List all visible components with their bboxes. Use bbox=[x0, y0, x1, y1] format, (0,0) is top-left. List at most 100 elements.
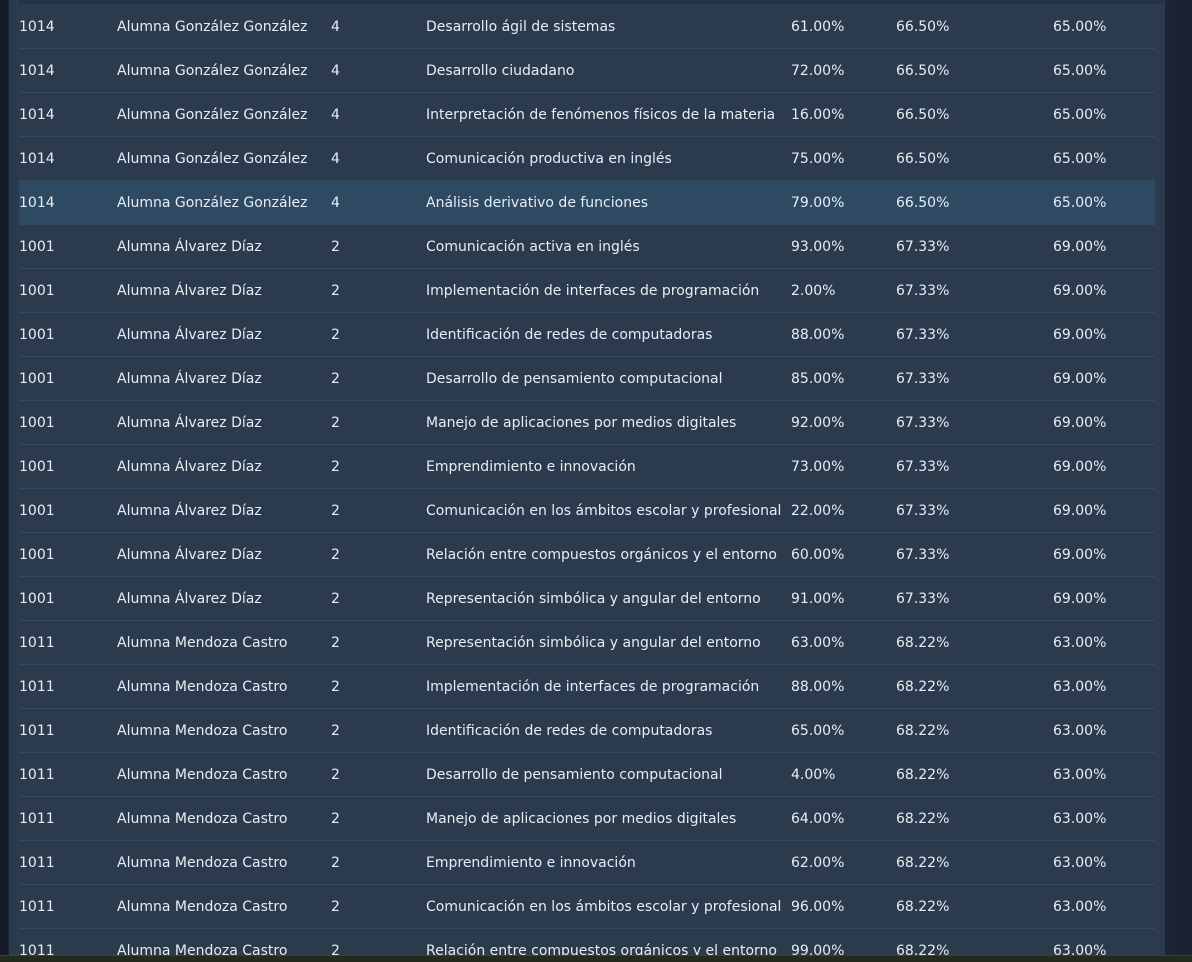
table-row[interactable]: 1011 Alumna Mendoza Castro 2 Desarrollo de … bbox=[19, 752, 1155, 797]
student-average-cell: 68.22% bbox=[896, 620, 1053, 665]
table-row[interactable]: 1011 Alumna Mendoza Castro 2 Implementación… bbox=[19, 664, 1155, 709]
group-average-cell: 69.00% bbox=[1053, 488, 1155, 533]
semester-cell: 2 bbox=[331, 312, 426, 357]
group-average-cell: 63.00% bbox=[1053, 664, 1155, 709]
score-cell: 2.00% bbox=[791, 268, 896, 313]
table-row[interactable]: 1014 Alumna González González 4 Desarrollo … bbox=[19, 5, 1155, 49]
table-row[interactable]: 1001 Alumna Álvarez Díaz 2 Manejo de aplica… bbox=[19, 400, 1155, 445]
student-name-cell: Alumna González González bbox=[117, 48, 331, 93]
student-average-cell: 67.33% bbox=[896, 488, 1053, 533]
table-row[interactable]: 1011 Alumna Mendoza Castro 2 Identificación… bbox=[19, 708, 1155, 753]
semester-cell: 4 bbox=[331, 136, 426, 181]
student-id-cell: 1001 bbox=[19, 488, 117, 533]
score-cell: 93.00% bbox=[791, 224, 896, 269]
subject-cell: Interpretación de fenómenos físicos de l… bbox=[426, 92, 791, 137]
student-id-cell: 1014 bbox=[19, 136, 117, 181]
table-row[interactable]: 1011 Alumna Mendoza Castro 2 Manejo de apli… bbox=[19, 796, 1155, 841]
semester-cell: 2 bbox=[331, 268, 426, 313]
table-row[interactable]: 1001 Alumna Álvarez Díaz 2 Identificación d… bbox=[19, 312, 1155, 357]
student-name-cell: Alumna González González bbox=[117, 136, 331, 181]
score-cell: 75.00% bbox=[791, 136, 896, 181]
student-name-cell: Alumna Álvarez Díaz bbox=[117, 488, 331, 533]
table-row[interactable]: 1014 Alumna González González 4 Interpretac… bbox=[19, 92, 1155, 137]
student-id-cell: 1011 bbox=[19, 884, 117, 929]
semester-cell: 2 bbox=[331, 664, 426, 709]
group-average-cell: 65.00% bbox=[1053, 136, 1155, 181]
group-average-cell: 65.00% bbox=[1053, 92, 1155, 137]
semester-cell: 2 bbox=[331, 840, 426, 885]
group-average-cell: 63.00% bbox=[1053, 884, 1155, 929]
subject-cell: Desarrollo de pensamiento computacional bbox=[426, 752, 791, 797]
student-id-cell: 1001 bbox=[19, 576, 117, 621]
grades-table: 1014 Alumna González González 4 Desarrollo … bbox=[19, 5, 1155, 955]
score-cell: 88.00% bbox=[791, 312, 896, 357]
student-name-cell: Alumna Mendoza Castro bbox=[117, 796, 331, 841]
table-row[interactable]: 1001 Alumna Álvarez Díaz 2 Comunicación act… bbox=[19, 224, 1155, 269]
subject-cell: Implementación de interfaces de programa… bbox=[426, 268, 791, 313]
subject-cell: Comunicación en los ámbitos escolar y pr… bbox=[426, 884, 791, 929]
student-average-cell: 66.50% bbox=[896, 136, 1053, 181]
student-name-cell: Alumna Mendoza Castro bbox=[117, 664, 331, 709]
student-id-cell: 1001 bbox=[19, 444, 117, 489]
subject-cell: Relación entre compuestos orgánicos y el… bbox=[426, 928, 791, 955]
score-cell: 79.00% bbox=[791, 180, 896, 225]
results-panel: 1014 Alumna González González 4 Desarrollo … bbox=[9, 0, 1165, 955]
subject-cell: Comunicación en los ámbitos escolar y pr… bbox=[426, 488, 791, 533]
semester-cell: 2 bbox=[331, 752, 426, 797]
student-id-cell: 1011 bbox=[19, 708, 117, 753]
subject-cell: Desarrollo ágil de sistemas bbox=[426, 5, 791, 49]
table-row[interactable]: 1011 Alumna Mendoza Castro 2 Comunicación e… bbox=[19, 884, 1155, 929]
student-average-cell: 67.33% bbox=[896, 356, 1053, 401]
subject-cell: Desarrollo de pensamiento computacional bbox=[426, 356, 791, 401]
table-row[interactable]: 1014 Alumna González González 4 Desarrollo … bbox=[19, 48, 1155, 93]
table-row[interactable]: 1001 Alumna Álvarez Díaz 2 Relación entre c… bbox=[19, 532, 1155, 577]
student-id-cell: 1011 bbox=[19, 840, 117, 885]
semester-cell: 2 bbox=[331, 796, 426, 841]
table-row[interactable]: 1001 Alumna Álvarez Díaz 2 Implementación d… bbox=[19, 268, 1155, 313]
group-average-cell: 69.00% bbox=[1053, 268, 1155, 313]
table-row[interactable]: 1011 Alumna Mendoza Castro 2 Emprendimiento… bbox=[19, 840, 1155, 885]
student-id-cell: 1001 bbox=[19, 224, 117, 269]
semester-cell: 2 bbox=[331, 708, 426, 753]
subject-cell: Manejo de aplicaciones por medios digita… bbox=[426, 400, 791, 445]
subject-cell: Identificación de redes de computadoras bbox=[426, 312, 791, 357]
group-average-cell: 69.00% bbox=[1053, 356, 1155, 401]
student-average-cell: 68.22% bbox=[896, 752, 1053, 797]
grades-table-body: 1014 Alumna González González 4 Desarrollo … bbox=[19, 5, 1155, 955]
student-average-cell: 67.33% bbox=[896, 444, 1053, 489]
group-average-cell: 69.00% bbox=[1053, 532, 1155, 577]
group-average-cell: 63.00% bbox=[1053, 752, 1155, 797]
table-row[interactable]: 1014 Alumna González González 4 Análisis de… bbox=[19, 180, 1155, 225]
semester-cell: 4 bbox=[331, 5, 426, 49]
subject-cell: Relación entre compuestos orgánicos y el… bbox=[426, 532, 791, 577]
student-name-cell: Alumna Álvarez Díaz bbox=[117, 356, 331, 401]
table-row[interactable]: 1001 Alumna Álvarez Díaz 2 Comunicación en … bbox=[19, 488, 1155, 533]
table-row[interactable]: 1001 Alumna Álvarez Díaz 2 Emprendimiento e… bbox=[19, 444, 1155, 489]
semester-cell: 4 bbox=[331, 92, 426, 137]
table-row[interactable]: 1001 Alumna Álvarez Díaz 2 Representación s… bbox=[19, 576, 1155, 621]
subject-cell: Comunicación activa en inglés bbox=[426, 224, 791, 269]
score-cell: 88.00% bbox=[791, 664, 896, 709]
student-name-cell: Alumna Mendoza Castro bbox=[117, 620, 331, 665]
table-row[interactable]: 1011 Alumna Mendoza Castro 2 Relación entre… bbox=[19, 928, 1155, 955]
table-row[interactable]: 1011 Alumna Mendoza Castro 2 Representación… bbox=[19, 620, 1155, 665]
semester-cell: 2 bbox=[331, 224, 426, 269]
score-cell: 60.00% bbox=[791, 532, 896, 577]
student-average-cell: 68.22% bbox=[896, 796, 1053, 841]
score-cell: 73.00% bbox=[791, 444, 896, 489]
student-average-cell: 66.50% bbox=[896, 92, 1053, 137]
semester-cell: 2 bbox=[331, 576, 426, 621]
student-id-cell: 1001 bbox=[19, 356, 117, 401]
group-average-cell: 69.00% bbox=[1053, 444, 1155, 489]
student-average-cell: 66.50% bbox=[896, 5, 1053, 49]
student-id-cell: 1001 bbox=[19, 268, 117, 313]
student-id-cell: 1014 bbox=[19, 180, 117, 225]
table-row[interactable]: 1014 Alumna González González 4 Comunicació… bbox=[19, 136, 1155, 181]
semester-cell: 2 bbox=[331, 884, 426, 929]
semester-cell: 4 bbox=[331, 180, 426, 225]
student-id-cell: 1011 bbox=[19, 664, 117, 709]
student-name-cell: Alumna González González bbox=[117, 92, 331, 137]
table-row[interactable]: 1001 Alumna Álvarez Díaz 2 Desarrollo de pe… bbox=[19, 356, 1155, 401]
student-average-cell: 67.33% bbox=[896, 532, 1053, 577]
vertical-scrollbar[interactable] bbox=[1177, 0, 1192, 955]
